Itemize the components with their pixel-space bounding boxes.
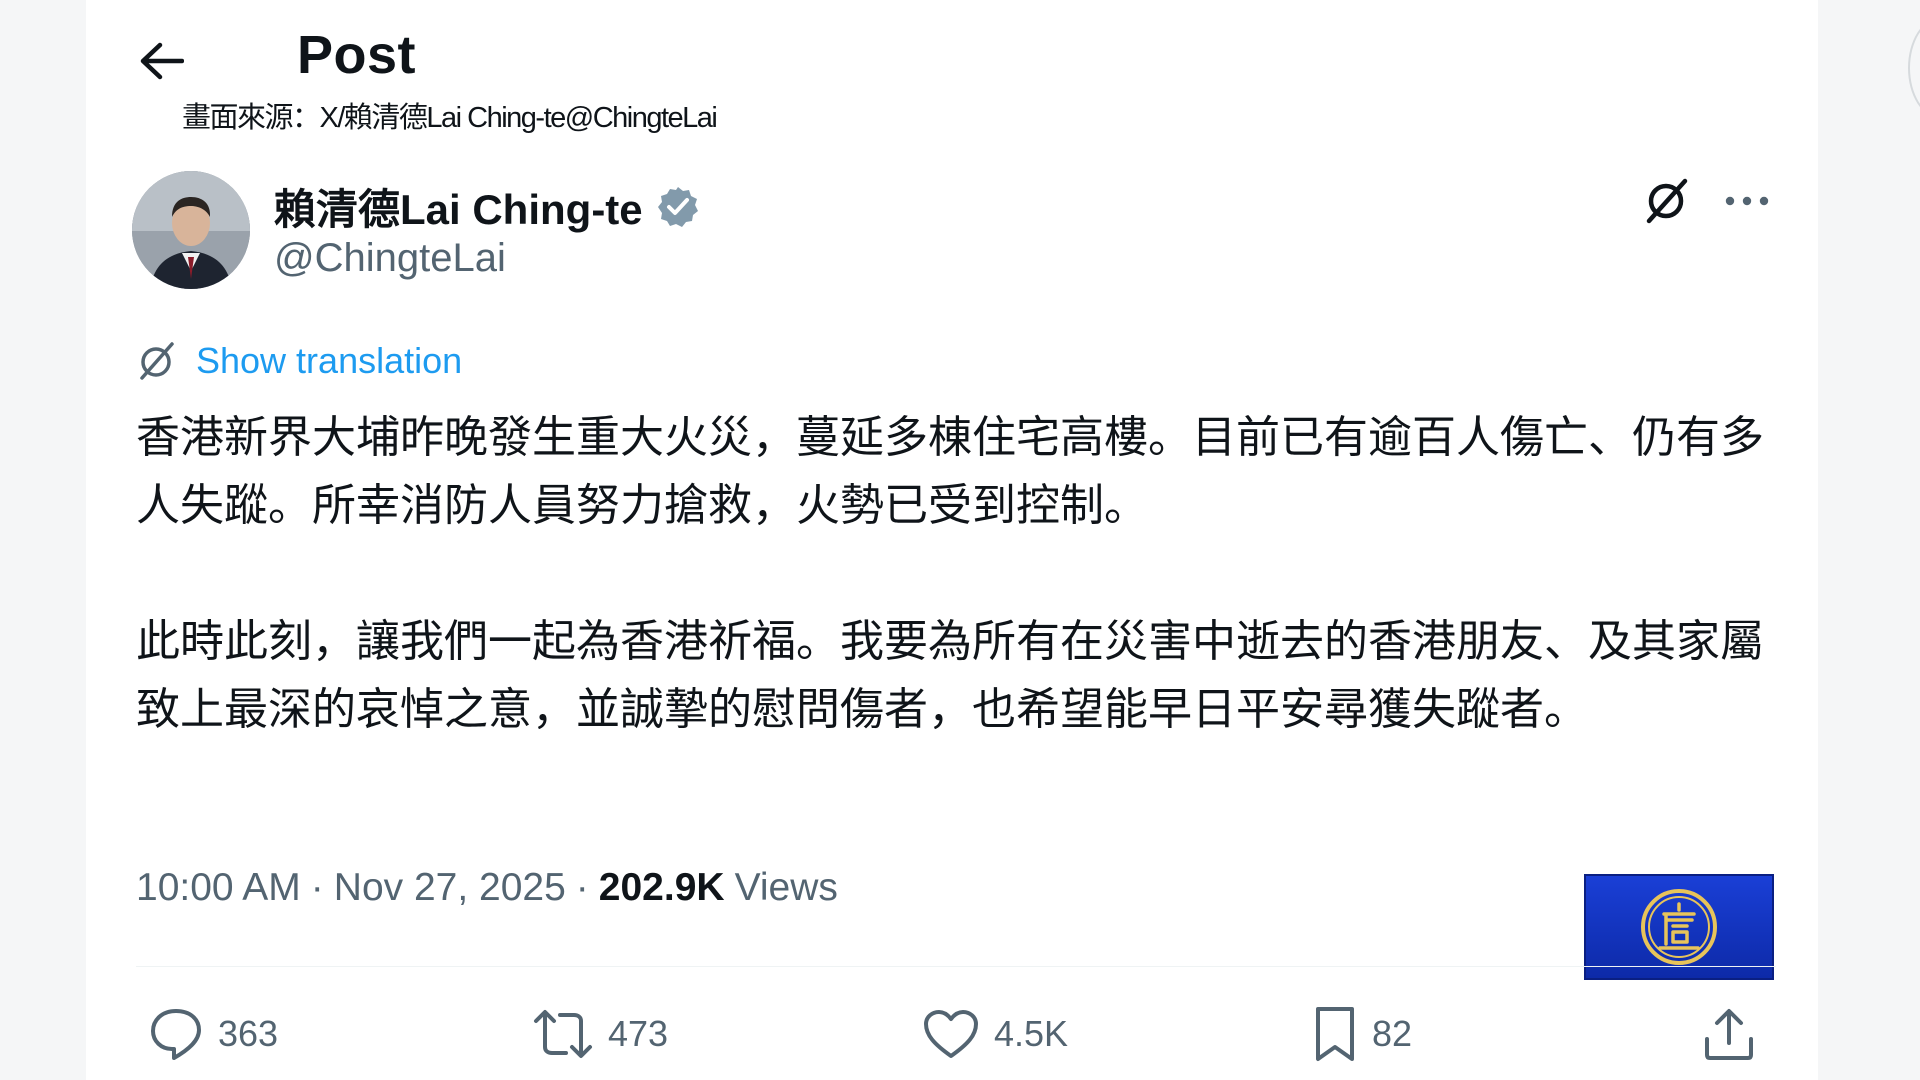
like-button[interactable]: 4.5K (922, 998, 1068, 1070)
repost-count: 473 (608, 1013, 669, 1054)
show-translation-link[interactable]: Show translation (136, 340, 462, 382)
heart-icon (924, 1010, 978, 1058)
verified-badge-icon[interactable] (655, 184, 701, 230)
bookmark-count: 82 (1372, 1013, 1413, 1054)
post-meta: 10:00 AM · Nov 27, 2025 · 202.9K Views (136, 866, 838, 910)
post-time[interactable]: 10:00 AM (136, 866, 301, 910)
post-paragraph-1: 香港新界大埔昨晚發生重大火災，蔓延多棟住宅高樓。目前已有逾百人傷亡、仍有多人失蹤… (136, 412, 1764, 531)
divider (136, 966, 1776, 967)
post-paragraph-2: 此時此刻，讓我們一起為香港祈福。我要為所有在災害中逝去的香港朋友、及其家屬致上最… (136, 616, 1764, 735)
repost-icon (534, 1010, 592, 1058)
share-icon (1705, 1009, 1753, 1060)
reply-count: 363 (218, 1013, 279, 1054)
author-name[interactable]: 賴清德Lai Ching-te (274, 176, 643, 237)
station-logo-icon (1641, 889, 1717, 965)
views-count[interactable]: 202.9K (599, 866, 725, 910)
bookmark-icon (1316, 1007, 1354, 1061)
avatar-portrait-icon (132, 171, 250, 289)
translate-icon (140, 342, 174, 380)
author-name-row[interactable]: 賴清德Lai Ching-te (274, 176, 701, 237)
grok-icon (1646, 178, 1688, 224)
author-handle[interactable]: @ChingteLai (274, 236, 506, 281)
share-button[interactable] (1702, 998, 1756, 1070)
more-options-button[interactable] (1718, 172, 1776, 230)
station-logo (1584, 874, 1774, 980)
reply-button[interactable]: 363 (148, 998, 278, 1070)
show-translation-label[interactable]: Show translation (196, 340, 462, 382)
arrow-left-icon (140, 42, 184, 80)
avatar[interactable] (132, 171, 250, 289)
views-label: Views (734, 866, 838, 909)
page-title: Post (297, 25, 417, 85)
meta-separator: · (310, 866, 324, 909)
more-horizontal-icon (1725, 196, 1769, 206)
grok-button[interactable] (1638, 172, 1696, 230)
reply-icon (151, 1009, 201, 1060)
repost-button[interactable]: 473 (532, 998, 668, 1070)
source-caption: 畫面來源：X/賴清德Lai Ching-te@ChingteLai (182, 102, 718, 134)
post-date[interactable]: Nov 27, 2025 (334, 866, 566, 910)
meta-separator: · (575, 866, 589, 909)
post-text: 香港新界大埔昨晚發生重大火災，蔓延多棟住宅高樓。目前已有逾百人傷亡、仍有多人失蹤… (136, 404, 1776, 744)
back-button[interactable] (130, 30, 192, 92)
action-bar: 363 473 4.5K 82 (136, 998, 1776, 1070)
bookmark-button[interactable]: 82 (1312, 998, 1412, 1070)
like-count: 4.5K (994, 1013, 1069, 1054)
